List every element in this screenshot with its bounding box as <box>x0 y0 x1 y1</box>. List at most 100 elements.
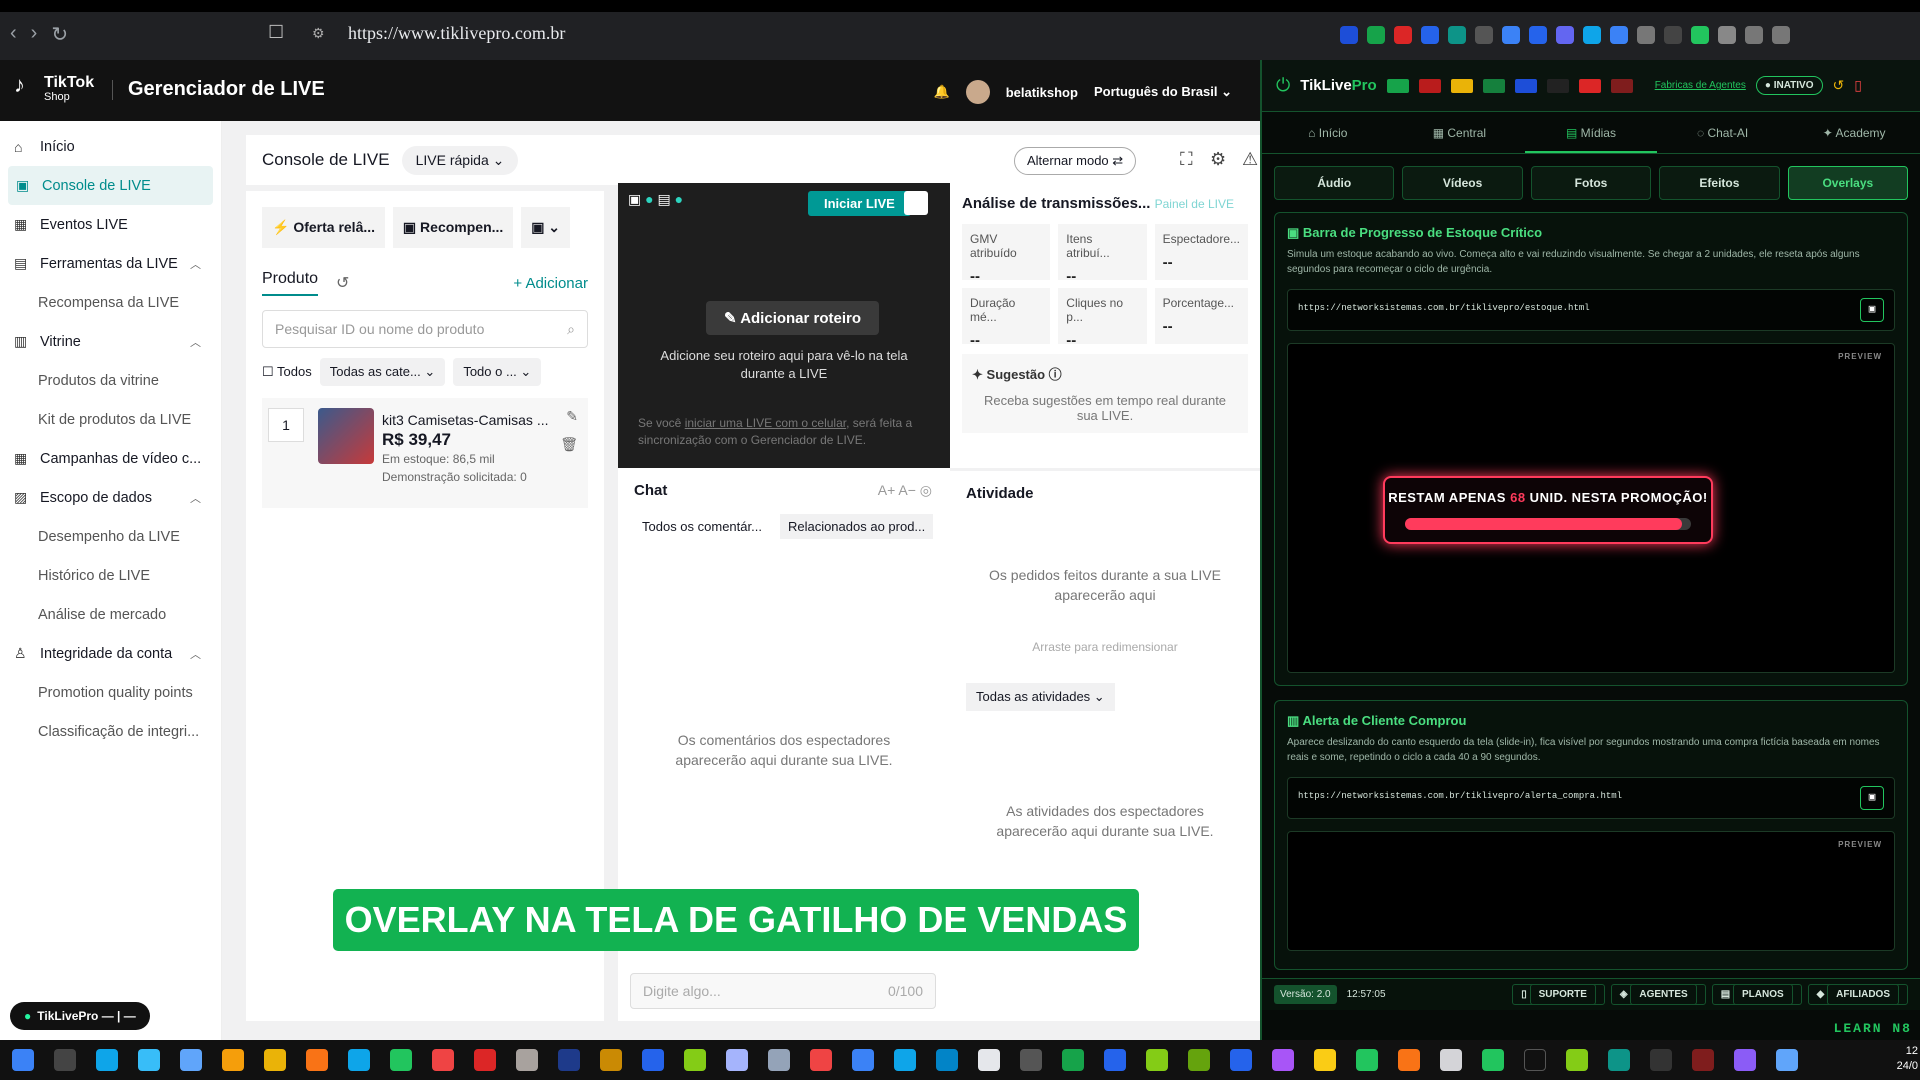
tab-central[interactable]: ▦ Central <box>1394 112 1526 153</box>
flag-italy-icon[interactable] <box>1482 78 1505 93</box>
extension-icon[interactable] <box>1394 26 1412 44</box>
app-icon[interactable] <box>1440 1049 1462 1071</box>
windows-start-icon[interactable] <box>12 1049 34 1071</box>
fullscreen-icon[interactable]: ⛶ <box>1180 149 1193 170</box>
voicemeeter-icon[interactable] <box>1692 1049 1714 1071</box>
app-icon[interactable] <box>138 1049 160 1071</box>
dreamweaver-icon[interactable] <box>1188 1049 1210 1071</box>
spotify-icon[interactable] <box>1482 1049 1504 1071</box>
puzzle-icon[interactable] <box>1718 26 1736 44</box>
suggestion-box[interactable]: ✦ Sugestão ⓘ Receba sugestões em tempo r… <box>962 354 1248 433</box>
support-button[interactable]: ▯ SUPORTE <box>1512 984 1605 1005</box>
tab-related-comments[interactable]: Relacionados ao prod... <box>779 514 934 539</box>
app-icon[interactable] <box>852 1049 874 1071</box>
agents-button[interactable]: ◈ AGENTES <box>1610 984 1706 1005</box>
sidebar-item-promotion[interactable]: Promotion quality points <box>0 673 221 712</box>
excel-icon[interactable] <box>1062 1049 1084 1071</box>
tab-all-comments[interactable]: Todos os comentár... <box>634 514 770 539</box>
select-all-checkbox[interactable]: ☐ Todos <box>262 364 312 380</box>
tab-oferta[interactable]: ⚡ Oferta relâ... <box>262 207 386 248</box>
overlay-url-field[interactable]: https://networksistemas.com.br/tiklivepr… <box>1287 777 1895 819</box>
fireworks-icon[interactable] <box>600 1049 622 1071</box>
app-icon[interactable] <box>1398 1049 1420 1071</box>
calculator-icon[interactable] <box>768 1049 790 1071</box>
search-icon[interactable]: ⌕ <box>567 321 575 338</box>
stop-icon[interactable]: ▯ <box>1854 77 1862 94</box>
extension-icon[interactable] <box>1664 26 1682 44</box>
chrome-icon[interactable] <box>390 1049 412 1071</box>
go-live-dropdown[interactable] <box>904 191 928 215</box>
extension-icon[interactable] <box>1475 26 1493 44</box>
app-icon[interactable] <box>978 1049 1000 1071</box>
tab-academy[interactable]: ✦ Academy <box>1788 112 1920 153</box>
language-select[interactable]: Português do Brasil ⌄ <box>1094 84 1232 100</box>
sidebar-item-desempenho[interactable]: Desempenho da LIVE <box>0 517 221 556</box>
quantity-field[interactable]: 1 <box>268 408 304 442</box>
sidebar-item-campanhas[interactable]: ▦ Campanhas de vídeo c... <box>0 439 221 478</box>
edge-icon[interactable] <box>348 1049 370 1071</box>
app-icon[interactable] <box>96 1049 118 1071</box>
flag-germany-icon[interactable] <box>1546 78 1569 93</box>
filezilla-icon[interactable] <box>474 1049 496 1071</box>
app-icon[interactable] <box>1734 1049 1756 1071</box>
wallet-icon[interactable] <box>1772 26 1790 44</box>
sidebar-item-kit[interactable]: Kit de produtos da LIVE <box>0 400 221 439</box>
sidebar-item-recompensa[interactable]: Recompensa da LIVE <box>0 283 221 322</box>
sidebar-item-classificacao[interactable]: Classificação de integri... <box>0 712 221 751</box>
app-icon[interactable] <box>222 1049 244 1071</box>
gear-icon[interactable]: ⚙ <box>1210 149 1226 170</box>
extension-icon[interactable] <box>1529 26 1547 44</box>
warning-icon[interactable]: ⚠ <box>1242 149 1258 170</box>
app-icon[interactable] <box>726 1049 748 1071</box>
anydesk-icon[interactable] <box>810 1049 832 1071</box>
system-clock[interactable]: 12 24/0 <box>1897 1044 1918 1074</box>
sidebar-item-eventos[interactable]: ▦ Eventos LIVE <box>0 205 221 244</box>
opera-icon[interactable] <box>432 1049 454 1071</box>
copy-icon[interactable]: ▣ <box>1860 786 1884 810</box>
back-icon[interactable]: ‹ <box>10 22 17 47</box>
flag-brazil-icon[interactable] <box>1386 78 1409 93</box>
skype-icon[interactable] <box>936 1049 958 1071</box>
flag-poland-icon[interactable] <box>1578 78 1601 93</box>
tiktok-shop-logo[interactable]: ♪ TikTok Shop <box>14 74 94 104</box>
reload-icon[interactable]: ↻ <box>51 22 68 47</box>
power-icon[interactable]: ⏻ <box>1276 75 1290 96</box>
subtab-videos[interactable]: Vídeos <box>1402 166 1523 200</box>
tiklivepro-pill[interactable]: TikLivePro — | — <box>10 1002 150 1030</box>
edit-icon[interactable]: ✎ <box>566 408 578 425</box>
chat-settings-icon[interactable]: A+ A− ◎ <box>878 482 932 499</box>
app-icon[interactable] <box>1776 1049 1798 1071</box>
sidebar-item-analise[interactable]: Análise de mercado <box>0 595 221 634</box>
sidepanel-icon[interactable] <box>1745 26 1763 44</box>
alternate-mode-button[interactable]: Alternar modo ⇄ <box>1014 147 1137 175</box>
mode-select[interactable]: LIVE rápida ⌄ <box>401 145 519 175</box>
app-icon[interactable] <box>684 1049 706 1071</box>
app-icon[interactable] <box>1146 1049 1168 1071</box>
extension-icon[interactable] <box>1583 26 1601 44</box>
copy-icon[interactable]: ▣ <box>1860 298 1884 322</box>
bell-icon[interactable]: 🔔 <box>934 84 950 100</box>
sidebar-item-inicio[interactable]: ⌂ Início <box>0 127 221 166</box>
sidebar-item-console[interactable]: ▣ Console de LIVE <box>8 166 213 205</box>
go-live-button[interactable]: Iniciar LIVE <box>808 191 911 216</box>
site-info-icon[interactable]: ⚙ <box>312 18 325 48</box>
app-icon[interactable] <box>516 1049 538 1071</box>
refresh-icon[interactable]: ↺ <box>336 273 349 293</box>
word-icon[interactable] <box>1104 1049 1126 1071</box>
extension-icon[interactable] <box>1502 26 1520 44</box>
drag-hint[interactable]: Arraste para redimensionar <box>950 637 1260 657</box>
extension-icon[interactable] <box>1637 26 1655 44</box>
sidebar-item-ferramentas[interactable]: ▤ Ferramentas da LIVE ︿ <box>0 244 221 283</box>
search-icon[interactable] <box>54 1049 76 1071</box>
sidebar-item-escopo[interactable]: ▨ Escopo de dados ︿ <box>0 478 221 517</box>
teamviewer-icon[interactable] <box>894 1049 916 1071</box>
app-icon[interactable] <box>1650 1049 1672 1071</box>
add-script-button[interactable]: ✎ Adicionar roteiro <box>706 301 880 335</box>
add-product-button[interactable]: + Adicionar <box>513 275 588 292</box>
list-item[interactable]: 1 kit3 Camisetas-Camisas ... R$ 39,47 Em… <box>262 398 588 508</box>
subtab-overlays[interactable]: Overlays <box>1787 166 1909 200</box>
bookmark-icon[interactable]: ☐ <box>268 22 284 43</box>
subtab-efeitos[interactable]: Efeitos <box>1659 166 1780 200</box>
affiliates-button[interactable]: ◆ AFILIADOS <box>1807 984 1908 1005</box>
plans-button[interactable]: ▤ PLANOS <box>1711 984 1802 1005</box>
